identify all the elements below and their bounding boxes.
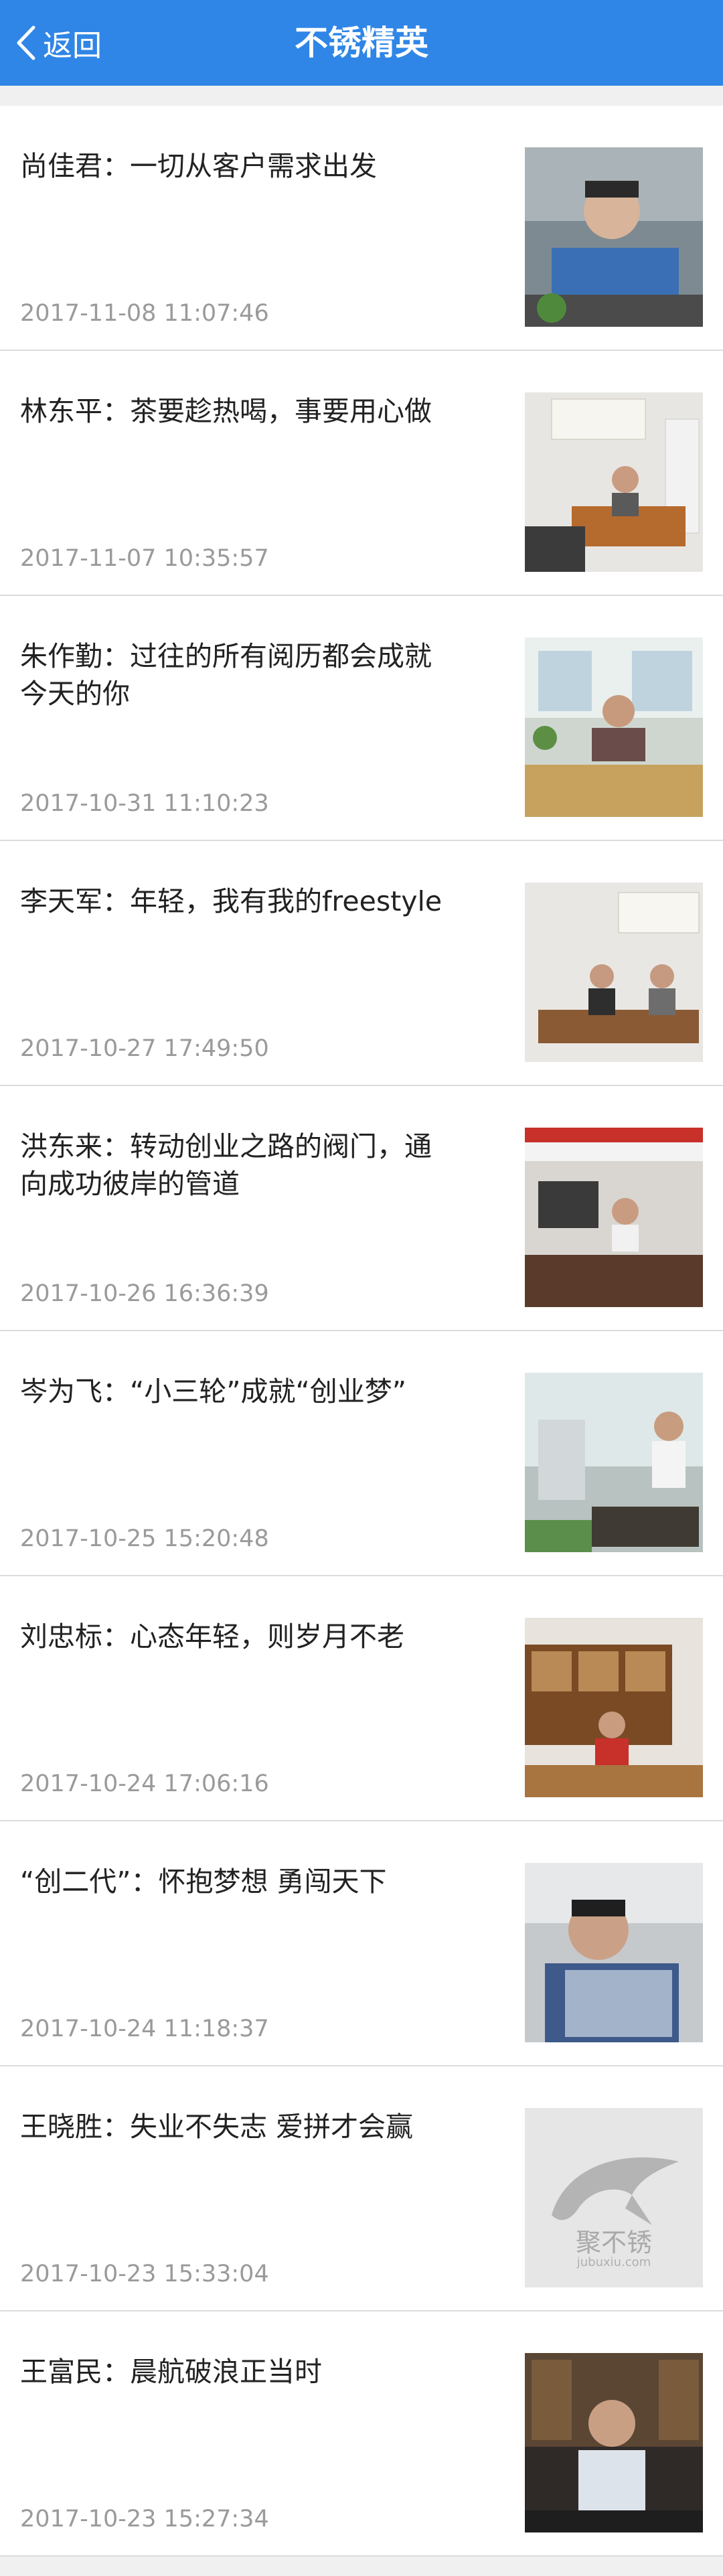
- article-title: 朱作勤：过往的所有阅历都会成就今天的你: [20, 640, 432, 710]
- list-item[interactable]: 岑为飞：“小三轮”成就“创业梦” 2017-10-25 15:20:48: [0, 1331, 723, 1576]
- article-thumbnail: [525, 1863, 703, 2042]
- list-item[interactable]: 刘忠标：心态年轻，则岁月不老 2017-10-24 17:06:16: [0, 1576, 723, 1821]
- article-date: 2017-11-08 11:07:46: [20, 300, 269, 327]
- article-date: 2017-10-31 11:10:23: [20, 790, 269, 817]
- article-title: 王富民：晨航破浪正当时: [20, 2356, 322, 2388]
- article-thumbnail: [525, 1128, 703, 1307]
- list-item[interactable]: “创二代”：怀抱梦想 勇闯天下 2017-10-24 11:18:37: [0, 1821, 723, 2066]
- article-date: 2017-10-23 15:33:04: [20, 2261, 269, 2287]
- article-list: 尚佳君：一切从客户需求出发 2017-11-08 11:07:46 林东平：茶要…: [0, 106, 723, 2557]
- article-title: 刘忠标：心态年轻，则岁月不老: [20, 1620, 404, 1653]
- article-thumbnail: [525, 637, 703, 817]
- article-date: 2017-10-25 15:20:48: [20, 1525, 269, 1552]
- article-date: 2017-10-26 16:36:39: [20, 1280, 269, 1307]
- article-date: 2017-10-24 11:18:37: [20, 2016, 269, 2042]
- article-thumbnail: [525, 147, 703, 327]
- article-date: 2017-11-07 10:35:57: [20, 545, 269, 572]
- article-title: 尚佳君：一切从客户需求出发: [20, 150, 377, 182]
- article-thumbnail: [525, 392, 703, 572]
- list-item[interactable]: 洪东来：转动创业之路的阀门，通向成功彼岸的管道 2017-10-26 16:36…: [0, 1086, 723, 1331]
- article-title: 李天军：年轻，我有我的freestyle: [20, 885, 443, 917]
- article-date: 2017-10-23 15:27:34: [20, 2506, 269, 2532]
- list-item[interactable]: 朱作勤：过往的所有阅历都会成就今天的你 2017-10-31 11:10:23: [0, 596, 723, 841]
- back-label: 返回: [43, 29, 102, 63]
- page-title: 不锈精英: [295, 23, 428, 62]
- list-item[interactable]: 王富民：晨航破浪正当时 2017-10-23 15:27:34: [0, 2312, 723, 2557]
- article-title: 岑为飞：“小三轮”成就“创业梦”: [20, 1375, 406, 1408]
- article-title: “创二代”：怀抱梦想 勇闯天下: [20, 1866, 387, 1898]
- article-thumbnail: [525, 1373, 703, 1552]
- chevron-left-icon: [15, 25, 37, 61]
- article-date: 2017-10-24 17:06:16: [20, 1770, 269, 1797]
- article-date: 2017-10-27 17:49:50: [20, 1035, 269, 1062]
- logo-brand-text: 聚不锈: [575, 2228, 652, 2257]
- list-item[interactable]: 王晓胜：失业不失志 爱拼才会赢 2017-10-23 15:33:04 聚不锈 …: [0, 2066, 723, 2312]
- back-button[interactable]: 返回: [15, 0, 102, 86]
- app-header: 返回 不锈精英: [0, 0, 723, 86]
- article-thumbnail: [525, 2353, 703, 2532]
- list-item[interactable]: 尚佳君：一切从客户需求出发 2017-11-08 11:07:46: [0, 106, 723, 351]
- article-thumbnail: [525, 1618, 703, 1797]
- logo-url-text: jubuxiu.com: [576, 2255, 651, 2269]
- article-thumbnail: 聚不锈 jubuxiu.com: [525, 2108, 703, 2287]
- article-title: 林东平：茶要趁热喝，事要用心做: [20, 395, 432, 427]
- article-title: 王晓胜：失业不失志 爱拼才会赢: [20, 2111, 414, 2143]
- article-thumbnail: [525, 883, 703, 1062]
- article-title: 洪东来：转动创业之路的阀门，通向成功彼岸的管道: [20, 1130, 432, 1200]
- list-item[interactable]: 李天军：年轻，我有我的freestyle 2017-10-27 17:49:50: [0, 841, 723, 1086]
- list-item[interactable]: 林东平：茶要趁热喝，事要用心做 2017-11-07 10:35:57: [0, 351, 723, 596]
